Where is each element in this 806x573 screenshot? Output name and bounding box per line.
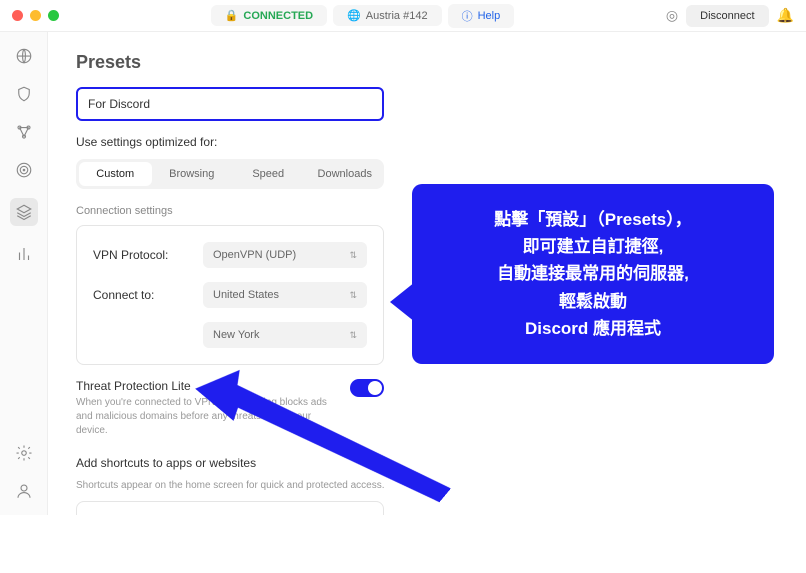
protocol-value: OpenVPN (UDP) — [213, 249, 296, 261]
lock-icon: 🔒 — [225, 9, 239, 22]
protocol-label: VPN Protocol: — [93, 248, 203, 262]
shield-nav-icon[interactable] — [14, 84, 34, 104]
arrow-icon — [390, 282, 450, 322]
chevron-icon: ⇅ — [349, 250, 357, 261]
close-window-icon[interactable] — [12, 10, 23, 21]
help-icon: ⓘ — [462, 8, 473, 24]
callout-line5: Discord 應用程式 — [432, 315, 754, 342]
titlebar: 🔒 CONNECTED 🌐 Austria #142 ⓘ Help ◎ Disc… — [0, 0, 806, 32]
optimize-label: Use settings optimized for: — [76, 135, 778, 149]
tab-speed[interactable]: Speed — [232, 162, 305, 186]
disconnect-button[interactable]: Disconnect — [686, 5, 768, 27]
maximize-window-icon[interactable] — [48, 10, 59, 21]
tab-downloads[interactable]: Downloads — [309, 162, 382, 186]
connection-settings-card: VPN Protocol: OpenVPN (UDP) ⇅ Connect to… — [76, 225, 384, 365]
optimize-tabs: Custom Browsing Speed Downloads — [76, 159, 384, 189]
country-value: United States — [213, 289, 279, 301]
page-title: Presets — [76, 52, 778, 73]
connect-to-label: Connect to: — [93, 288, 203, 302]
callout-line1: 點擊「預設」（Presets）， — [432, 206, 754, 233]
help-label: Help — [478, 10, 501, 22]
server-label: Austria #142 — [366, 10, 428, 22]
callout-line4: 輕鬆啟動 — [432, 288, 754, 315]
help-link[interactable]: ⓘ Help — [448, 4, 515, 28]
connection-status-label: CONNECTED — [243, 10, 313, 22]
topbar-right: ◎ Disconnect 🔔 — [666, 5, 794, 27]
topbar: 🔒 CONNECTED 🌐 Austria #142 ⓘ Help — [59, 4, 666, 28]
tab-browsing[interactable]: Browsing — [156, 162, 229, 186]
sidebar — [0, 32, 48, 515]
threat-toggle[interactable] — [350, 379, 384, 397]
stats-nav-icon[interactable] — [14, 244, 34, 264]
preset-name-input[interactable] — [76, 87, 384, 121]
window-controls — [12, 10, 59, 21]
server-indicator[interactable]: 🌐 Austria #142 — [333, 5, 441, 26]
globe-icon: 🌐 — [347, 9, 361, 22]
settings-nav-icon[interactable] — [14, 443, 34, 463]
bell-icon[interactable]: 🔔 — [777, 7, 794, 24]
tab-custom[interactable]: Custom — [79, 162, 152, 186]
tutorial-callout: 點擊「預設」（Presets）， 即可建立自訂捷徑, 自動連接最常用的伺服器, … — [412, 184, 774, 364]
chevron-icon: ⇅ — [349, 330, 357, 341]
speedometer-icon[interactable]: ◎ — [666, 7, 678, 24]
protocol-select[interactable]: OpenVPN (UDP) ⇅ — [203, 242, 367, 268]
chevron-icon: ⇅ — [349, 290, 357, 301]
minimize-window-icon[interactable] — [30, 10, 41, 21]
city-select[interactable]: New York ⇅ — [203, 322, 367, 348]
country-select[interactable]: United States ⇅ — [203, 282, 367, 308]
callout-line3: 自動連接最常用的伺服器, — [432, 260, 754, 287]
connection-status: 🔒 CONNECTED — [211, 5, 327, 26]
globe-nav-icon[interactable] — [14, 46, 34, 66]
user-nav-icon[interactable] — [14, 481, 34, 501]
presets-nav-icon[interactable] — [10, 198, 38, 226]
callout-line2: 即可建立自訂捷徑, — [432, 233, 754, 260]
target-nav-icon[interactable] — [14, 160, 34, 180]
mesh-nav-icon[interactable] — [14, 122, 34, 142]
